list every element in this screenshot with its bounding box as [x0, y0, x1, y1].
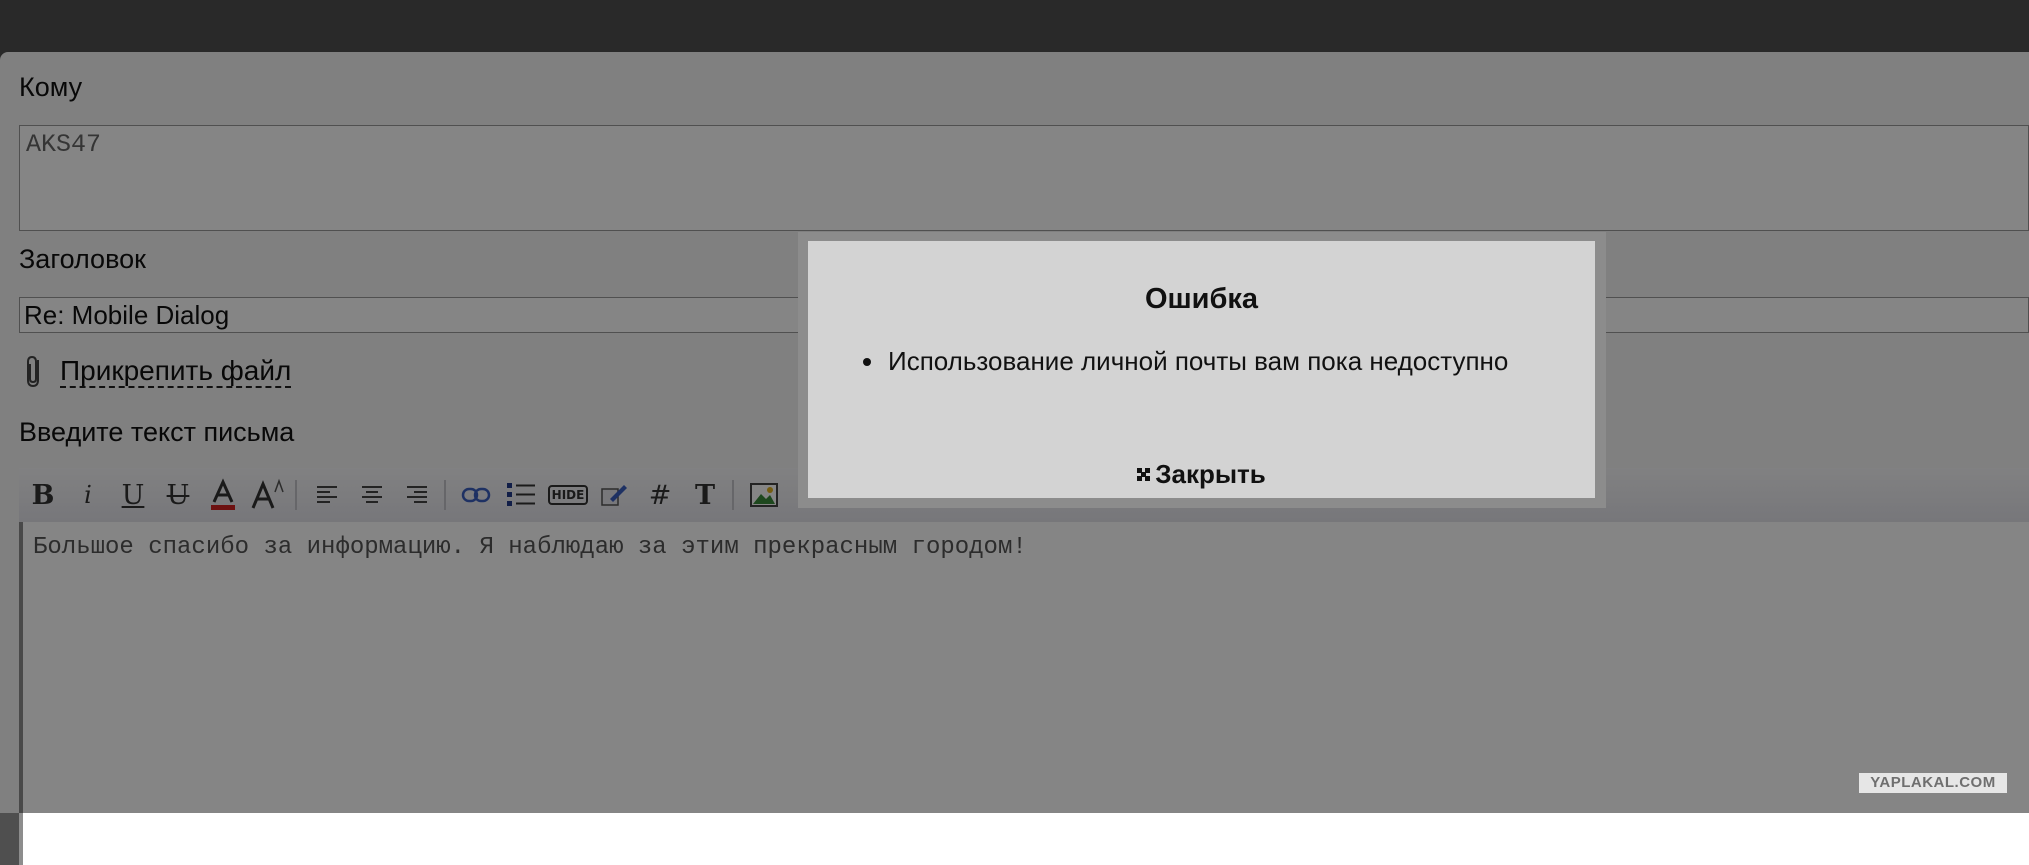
dialog-title: Ошибка — [1144, 283, 1259, 315]
close-button[interactable]: Закрыть — [808, 459, 1595, 490]
bullet-icon — [863, 358, 871, 366]
close-icon — [1137, 468, 1151, 481]
error-dialog: Ошибка Использование личной почты вам по… — [808, 241, 1595, 498]
dialog-message-text: Использование личной почты вам пока недо… — [888, 346, 1509, 376]
dialog-message: Использование личной почты вам пока недо… — [863, 345, 1528, 378]
error-dialog-frame: Ошибка Использование личной почты вам по… — [798, 232, 1606, 508]
close-label: Закрыть — [1155, 459, 1266, 489]
watermark: YAPLAKAL.COM — [1859, 773, 2007, 793]
